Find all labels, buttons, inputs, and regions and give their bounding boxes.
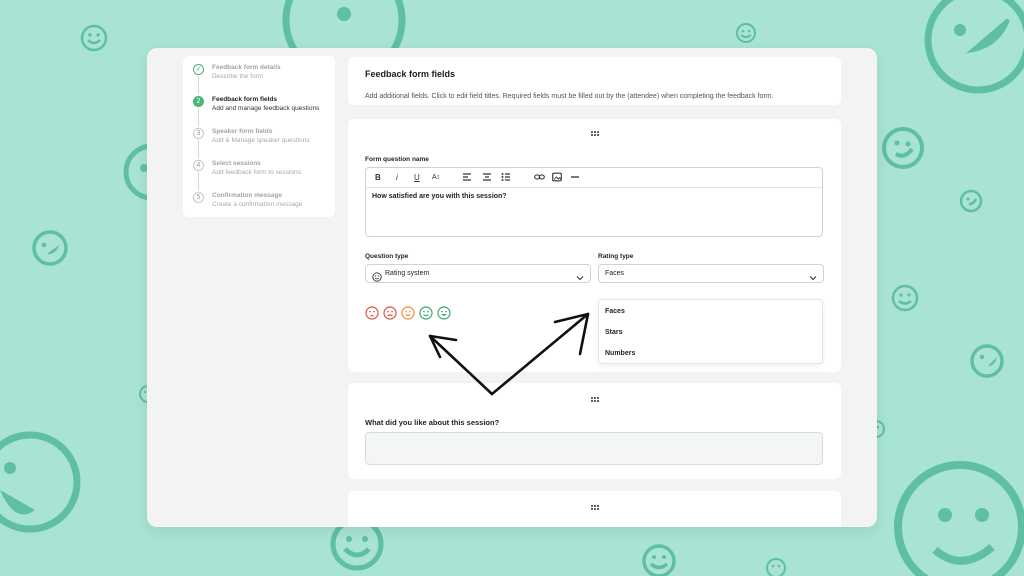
annotation-arrows [428,312,590,396]
